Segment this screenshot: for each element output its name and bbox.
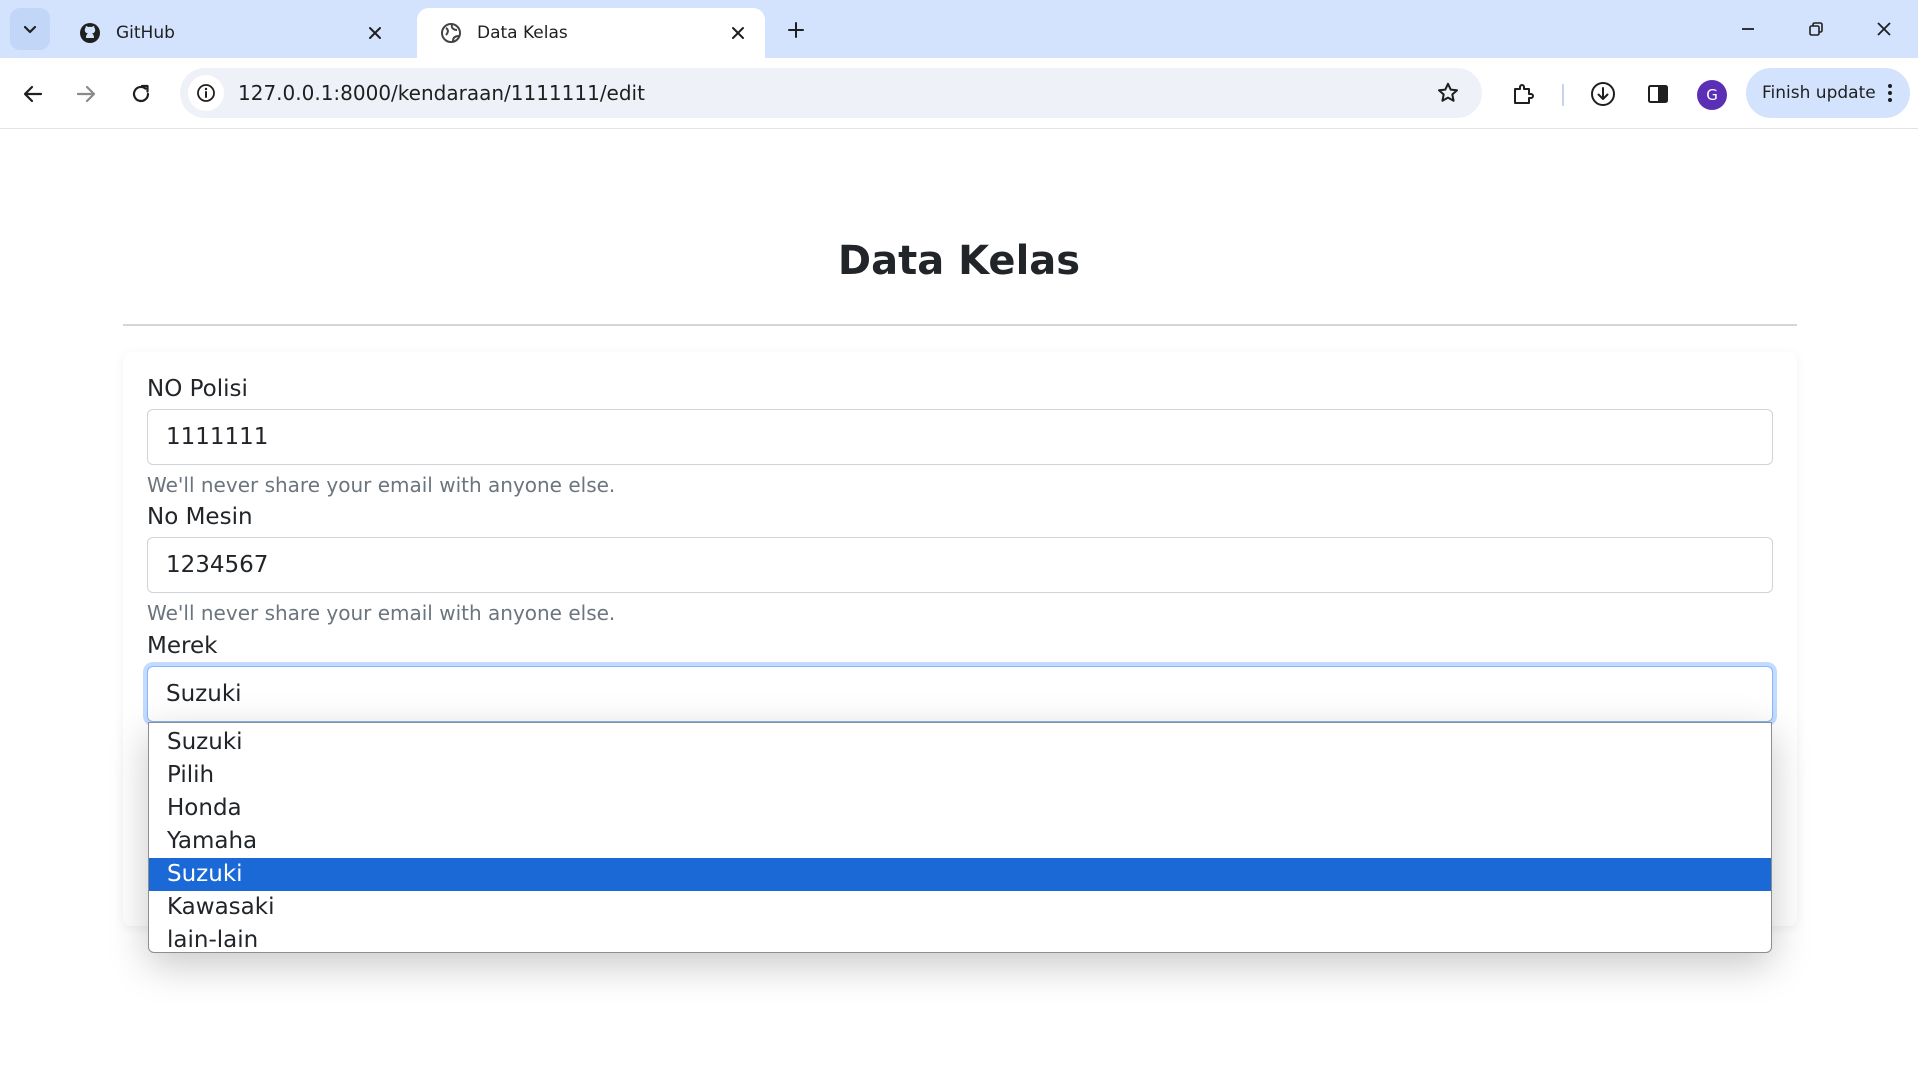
site-info-icon[interactable] bbox=[188, 75, 224, 111]
tab-strip: GitHub Data Kelas bbox=[0, 0, 1918, 58]
forward-button[interactable] bbox=[66, 74, 106, 114]
extensions-button[interactable] bbox=[1503, 74, 1543, 114]
side-panel-button[interactable] bbox=[1638, 74, 1678, 114]
downloads-button[interactable] bbox=[1583, 74, 1623, 114]
download-icon bbox=[1591, 82, 1615, 106]
back-button[interactable] bbox=[13, 74, 53, 114]
dropdown-option-highlighted[interactable]: Suzuki bbox=[149, 858, 1771, 891]
url-text[interactable]: 127.0.0.1:8000/kendaraan/1111111/edit bbox=[238, 81, 1428, 105]
divider bbox=[123, 324, 1797, 326]
address-bar[interactable]: 127.0.0.1:8000/kendaraan/1111111/edit bbox=[180, 68, 1482, 118]
close-icon[interactable] bbox=[362, 20, 388, 46]
no-polisi-label: NO Polisi bbox=[147, 376, 248, 402]
close-icon[interactable] bbox=[725, 20, 751, 46]
reload-button[interactable] bbox=[121, 74, 161, 114]
arrow-left-icon bbox=[23, 85, 43, 103]
tab-search-button[interactable] bbox=[10, 8, 50, 50]
tab-title: GitHub bbox=[116, 23, 175, 43]
no-mesin-help-text: We'll never share your email with anyone… bbox=[147, 601, 616, 625]
tab-title: Data Kelas bbox=[477, 23, 568, 43]
github-icon bbox=[78, 21, 102, 45]
more-vert-icon bbox=[1887, 84, 1892, 102]
new-tab-button[interactable] bbox=[780, 14, 812, 46]
restore-icon bbox=[1809, 22, 1823, 36]
puzzle-icon bbox=[1514, 84, 1534, 104]
no-polisi-help-text: We'll never share your email with anyone… bbox=[147, 473, 616, 497]
browser-toolbar: 127.0.0.1:8000/kendaraan/1111111/edit G … bbox=[0, 58, 1918, 129]
chevron-down-icon bbox=[23, 25, 37, 34]
merek-dropdown-list: Suzuki Pilih Honda Yamaha Suzuki Kawasak… bbox=[148, 722, 1772, 953]
bookmark-star-icon[interactable] bbox=[1428, 73, 1468, 113]
minimize-button[interactable] bbox=[1714, 0, 1782, 58]
toolbar-divider bbox=[1562, 84, 1564, 106]
profile-avatar[interactable]: G bbox=[1697, 80, 1727, 110]
dropdown-option[interactable]: Yamaha bbox=[149, 825, 1771, 858]
plus-icon bbox=[788, 22, 804, 38]
tab-data-kelas[interactable]: Data Kelas bbox=[417, 8, 765, 58]
arrow-right-icon bbox=[76, 85, 96, 103]
reload-icon bbox=[132, 84, 150, 103]
no-mesin-input[interactable] bbox=[147, 537, 1773, 593]
dropdown-option[interactable]: Kawasaki bbox=[149, 891, 1771, 924]
merek-label: Merek bbox=[147, 633, 218, 659]
page-title: Data Kelas bbox=[837, 238, 1081, 284]
close-icon bbox=[1877, 22, 1891, 36]
globe-icon bbox=[439, 21, 463, 45]
dropdown-option[interactable]: Suzuki bbox=[149, 726, 1771, 759]
merek-select[interactable]: Suzuki bbox=[147, 666, 1773, 722]
close-window-button[interactable] bbox=[1850, 0, 1918, 58]
tab-github[interactable]: GitHub bbox=[56, 8, 402, 58]
finish-update-button[interactable]: Finish update bbox=[1746, 68, 1910, 118]
restore-button[interactable] bbox=[1782, 0, 1850, 58]
no-polisi-input[interactable] bbox=[147, 409, 1773, 465]
dropdown-option[interactable]: Honda bbox=[149, 792, 1771, 825]
finish-update-label: Finish update bbox=[1762, 83, 1876, 103]
dropdown-option[interactable]: lain-lain bbox=[149, 924, 1771, 957]
minimize-icon bbox=[1742, 28, 1754, 30]
dropdown-option[interactable]: Pilih bbox=[149, 759, 1771, 792]
side-panel-icon bbox=[1648, 85, 1668, 103]
no-mesin-label: No Mesin bbox=[147, 504, 253, 530]
merek-selected-value: Suzuki bbox=[166, 681, 242, 707]
